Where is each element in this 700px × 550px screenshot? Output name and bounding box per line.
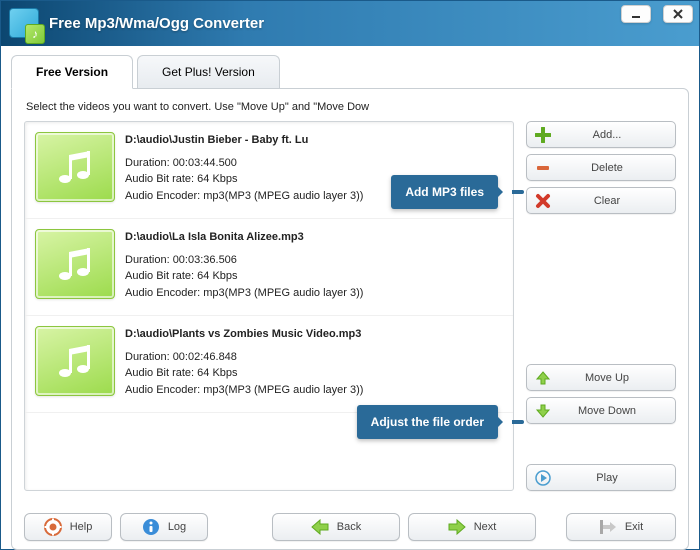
minimize-button[interactable] [621, 5, 651, 23]
button-label: Delete [561, 162, 667, 174]
file-encoder: Audio Encoder: mp3(MP3 (MPEG audio layer… [125, 188, 363, 205]
list-item[interactable]: D:\audio\La Isla Bonita Alizee.mp3 Durat… [25, 219, 513, 316]
button-label: Move Down [561, 405, 667, 417]
file-bitrate: Audio Bit rate: 64 Kbps [125, 365, 363, 382]
file-bitrate: Audio Bit rate: 64 Kbps [125, 268, 363, 285]
file-bitrate: Audio Bit rate: 64 Kbps [125, 171, 363, 188]
move-down-button[interactable]: Move Down [526, 397, 676, 424]
body-area: Free Version Get Plus! Version Select th… [1, 46, 699, 550]
file-duration: Duration: 00:03:36.506 [125, 252, 363, 269]
file-path: D:\audio\Justin Bieber - Baby ft. Lu [125, 132, 363, 149]
side-column: Add... Delete Clear Move Up [526, 121, 676, 491]
play-button[interactable]: Play [526, 464, 676, 491]
list-item[interactable]: D:\audio\Plants vs Zombies Music Video.m… [25, 316, 513, 413]
main-panel: Select the videos you want to convert. U… [11, 88, 689, 550]
help-icon [44, 518, 62, 536]
file-path: D:\audio\Plants vs Zombies Music Video.m… [125, 326, 363, 343]
tab-free-version[interactable]: Free Version [11, 55, 133, 89]
title-bar: ♪ Free Mp3/Wma/Ogg Converter [1, 1, 699, 46]
file-meta: D:\audio\Plants vs Zombies Music Video.m… [125, 326, 363, 398]
callout-add-files: Add MP3 files [391, 175, 498, 209]
arrow-left-icon [311, 519, 329, 535]
music-thumb-icon [35, 229, 115, 299]
minus-icon [535, 160, 551, 176]
button-label: Next [474, 521, 497, 533]
clear-button[interactable]: Clear [526, 187, 676, 214]
x-icon [535, 193, 551, 209]
button-label: Exit [625, 521, 643, 533]
file-meta: D:\audio\La Isla Bonita Alizee.mp3 Durat… [125, 229, 363, 301]
button-label: Clear [561, 195, 667, 207]
tab-label: Free Version [36, 65, 108, 79]
button-label: Help [70, 521, 93, 533]
exit-icon [599, 519, 617, 535]
file-duration: Duration: 00:02:46.848 [125, 349, 363, 366]
music-thumb-icon [35, 132, 115, 202]
button-label: Play [561, 472, 667, 484]
file-duration: Duration: 00:03:44.500 [125, 155, 363, 172]
file-path: D:\audio\La Isla Bonita Alizee.mp3 [125, 229, 363, 246]
arrow-right-icon [448, 519, 466, 535]
music-thumb-icon [35, 326, 115, 396]
button-label: Add... [561, 129, 667, 141]
instruction-text: Select the videos you want to convert. U… [26, 101, 676, 113]
file-meta: D:\audio\Justin Bieber - Baby ft. Lu Dur… [125, 132, 363, 204]
button-label: Back [337, 521, 361, 533]
tab-label: Get Plus! Version [162, 65, 255, 79]
app-title: Free Mp3/Wma/Ogg Converter [49, 15, 264, 32]
arrow-up-icon [535, 370, 551, 386]
file-encoder: Audio Encoder: mp3(MP3 (MPEG audio layer… [125, 382, 363, 399]
arrow-down-icon [535, 403, 551, 419]
content-row: D:\audio\Justin Bieber - Baby ft. Lu Dur… [24, 121, 676, 491]
close-button[interactable] [663, 5, 693, 23]
music-note-icon: ♪ [25, 24, 45, 44]
bottom-bar: Help Log Back Next Exit [24, 513, 676, 541]
app-window: ♪ Free Mp3/Wma/Ogg Converter Free Versio… [0, 0, 700, 550]
move-up-button[interactable]: Move Up [526, 364, 676, 391]
info-icon [142, 518, 160, 536]
button-label: Log [168, 521, 186, 533]
play-icon [535, 470, 551, 486]
help-button[interactable]: Help [24, 513, 112, 541]
delete-button[interactable]: Delete [526, 154, 676, 181]
app-icon: ♪ [9, 8, 41, 40]
button-label: Move Up [561, 372, 667, 384]
tab-plus-version[interactable]: Get Plus! Version [137, 55, 280, 89]
add-button[interactable]: Add... [526, 121, 676, 148]
log-button[interactable]: Log [120, 513, 208, 541]
plus-icon [535, 127, 551, 143]
window-controls [621, 5, 693, 23]
back-button[interactable]: Back [272, 513, 400, 541]
next-button[interactable]: Next [408, 513, 536, 541]
callout-file-order: Adjust the file order [357, 405, 498, 439]
tabs: Free Version Get Plus! Version [11, 54, 689, 88]
file-encoder: Audio Encoder: mp3(MP3 (MPEG audio layer… [125, 285, 363, 302]
exit-button[interactable]: Exit [566, 513, 676, 541]
